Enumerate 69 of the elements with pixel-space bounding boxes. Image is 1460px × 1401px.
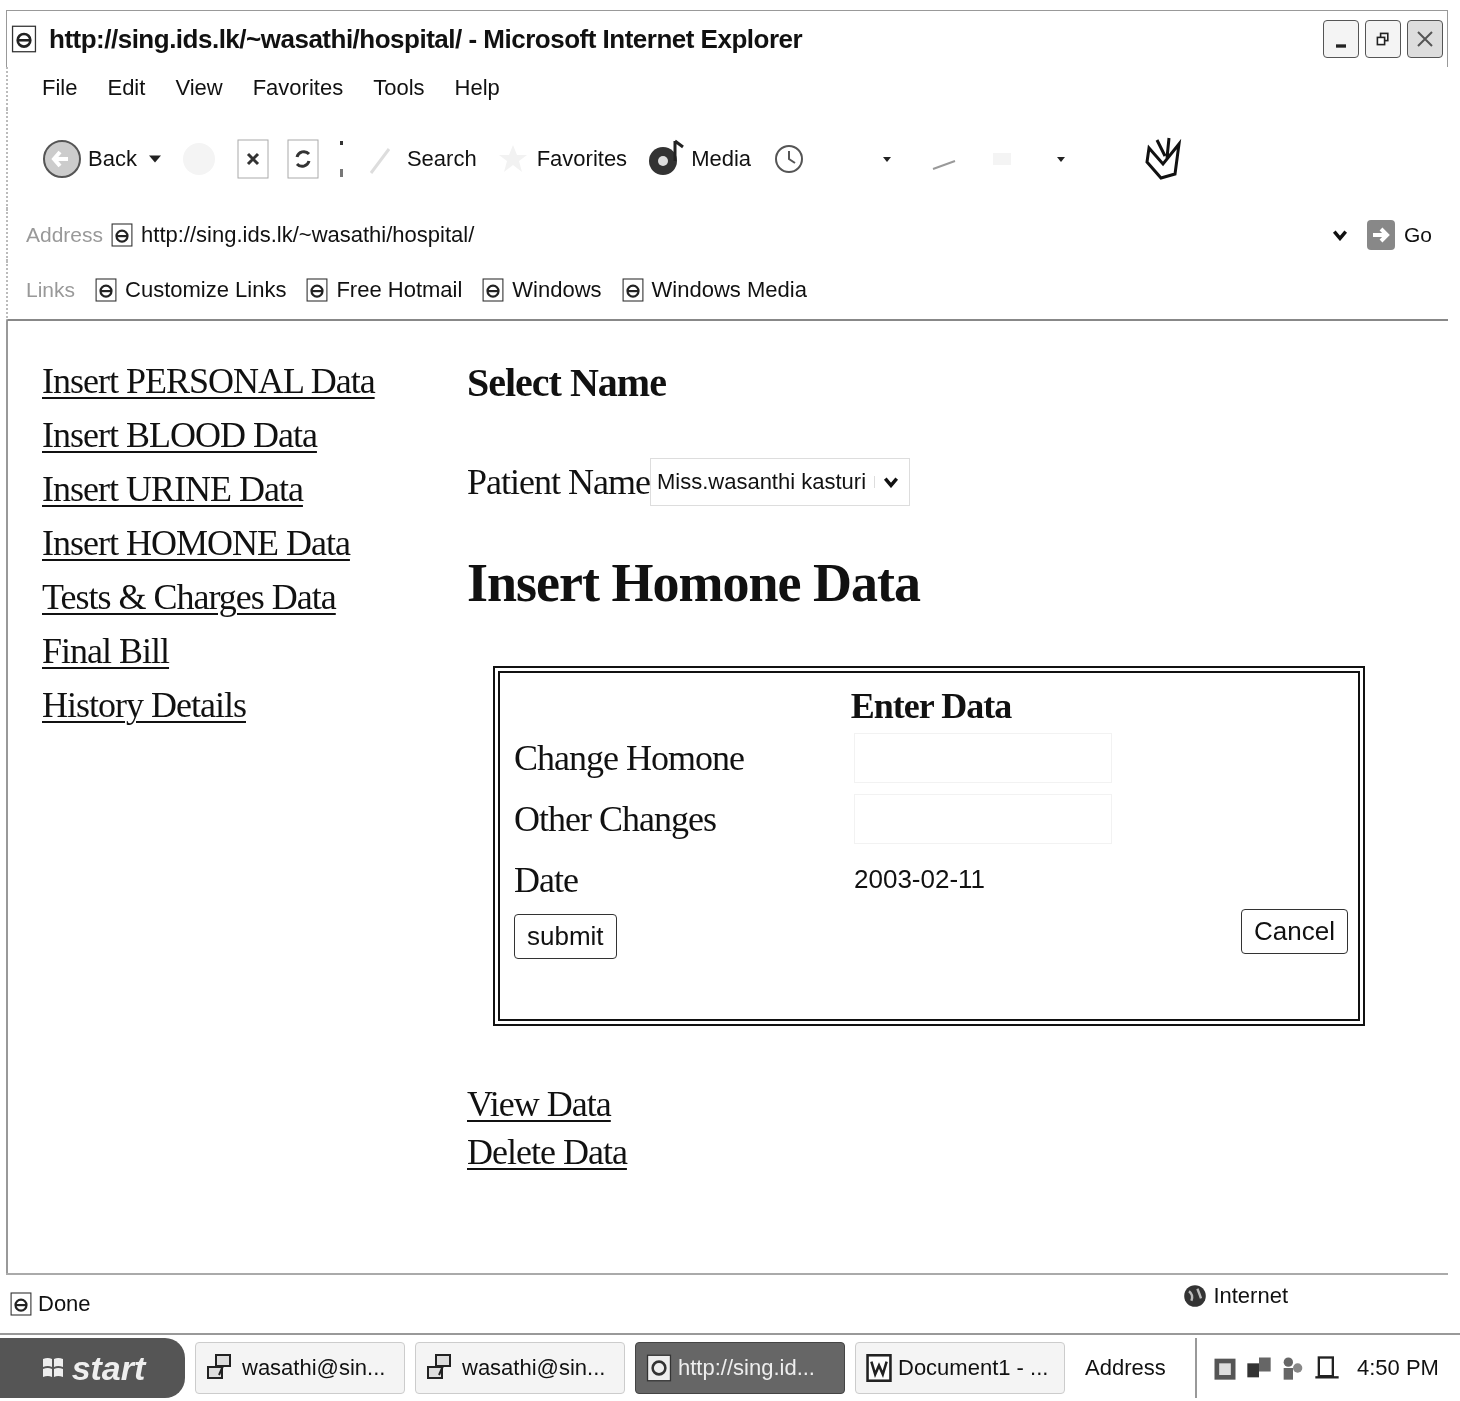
page-icon [10, 1291, 32, 1317]
page-icon [111, 222, 134, 248]
page-icon [621, 277, 644, 303]
field-label: Other Changes [514, 797, 717, 840]
globe-icon [1183, 1284, 1208, 1308]
page-icon [646, 1354, 672, 1382]
minimize-button[interactable] [1323, 20, 1359, 58]
clock: 4:50 PM [1357, 1355, 1439, 1381]
link-button[interactable]: Windows Media [621, 277, 807, 303]
menu-item[interactable]: Edit [107, 75, 146, 101]
links-label: Links [26, 278, 76, 302]
media-button[interactable]: Media [645, 137, 752, 181]
nav-link[interactable]: Insert HOMONE Data [42, 521, 350, 565]
patient-name-label: Patient Name [467, 461, 650, 503]
dropdown-arrow-icon [874, 476, 900, 488]
window-title: http://sing.ids.lk/~wasathi/hospital/ - Microsoft Internet Explorer [49, 23, 804, 55]
dropdown-arrow-icon[interactable] [148, 155, 161, 163]
minimize-icon [1336, 44, 1346, 48]
page-heading: Insert Homone Data [467, 552, 920, 614]
close-icon [1415, 29, 1435, 49]
field-label: Date [514, 858, 579, 901]
page-icon [95, 277, 118, 303]
zone-text: Internet [1213, 1283, 1288, 1309]
go-button[interactable]: Go [1366, 219, 1448, 251]
field-label: Change Homone [514, 736, 745, 779]
nav-link[interactable]: Insert BLOOD Data [42, 413, 317, 457]
link-button[interactable]: Customize Links [95, 277, 287, 303]
nav-link[interactable]: Final Bill [42, 629, 170, 673]
page-icon [11, 25, 37, 53]
start-button[interactable]: start [0, 1338, 185, 1398]
back-button[interactable]: Back [42, 139, 137, 179]
restore-button[interactable] [1365, 20, 1401, 58]
menu-item[interactable]: Favorites [252, 75, 344, 101]
stop-icon[interactable] [236, 139, 269, 179]
date-field[interactable]: 2003-02-11 [854, 864, 1054, 895]
address-label: Address [26, 223, 104, 247]
address-toolbar-label: Address [1085, 1355, 1167, 1381]
favorites-button[interactable]: Favorites [494, 139, 628, 179]
data-link[interactable]: Delete Data [467, 1130, 627, 1174]
url-text: http://sing.ids.lk/~wasathi/hospital/ [141, 222, 476, 248]
menu-item[interactable]: View [175, 75, 223, 101]
nav-link[interactable]: Tests & Charges Data [42, 575, 336, 619]
restore-icon [1375, 31, 1391, 47]
close-button[interactable] [1407, 20, 1443, 58]
nav-link[interactable]: Insert PERSONAL Data [42, 359, 375, 403]
nav-link[interactable]: Insert URINE Data [42, 467, 303, 511]
submit-button[interactable]: submit [514, 914, 617, 959]
taskbar-button[interactable]: wasathi@sin... [195, 1342, 405, 1394]
cancel-button[interactable]: Cancel [1241, 909, 1348, 954]
status-text: Done [38, 1291, 91, 1317]
link-button[interactable]: Free Hotmail [306, 277, 463, 303]
menu-item[interactable]: Help [454, 75, 500, 101]
taskbar-button[interactable]: wasathi@sin... [415, 1342, 625, 1394]
taskbar-button[interactable]: http://sing.id... [635, 1342, 845, 1394]
document-icon [866, 1354, 892, 1382]
page-icon [306, 277, 329, 303]
menu-item[interactable]: File [42, 75, 78, 101]
data-link[interactable]: View Data [467, 1082, 611, 1126]
nav-link[interactable]: History Details [42, 683, 246, 727]
taskbar-button[interactable]: Document1 - ... [855, 1342, 1065, 1394]
menu-item[interactable]: Tools [373, 75, 425, 101]
refresh-icon[interactable] [286, 139, 319, 179]
section-heading: Select Name [467, 359, 666, 406]
search-button[interactable]: Search [364, 139, 477, 179]
link-button[interactable]: Windows [482, 277, 602, 303]
patient-select[interactable]: Miss.wasanthi kasturi [649, 458, 911, 506]
form-title: Enter Data [849, 685, 1013, 727]
address-field[interactable]: http://sing.ids.lk/~wasathi/hospital/ [111, 215, 1358, 255]
page-icon [482, 277, 505, 303]
